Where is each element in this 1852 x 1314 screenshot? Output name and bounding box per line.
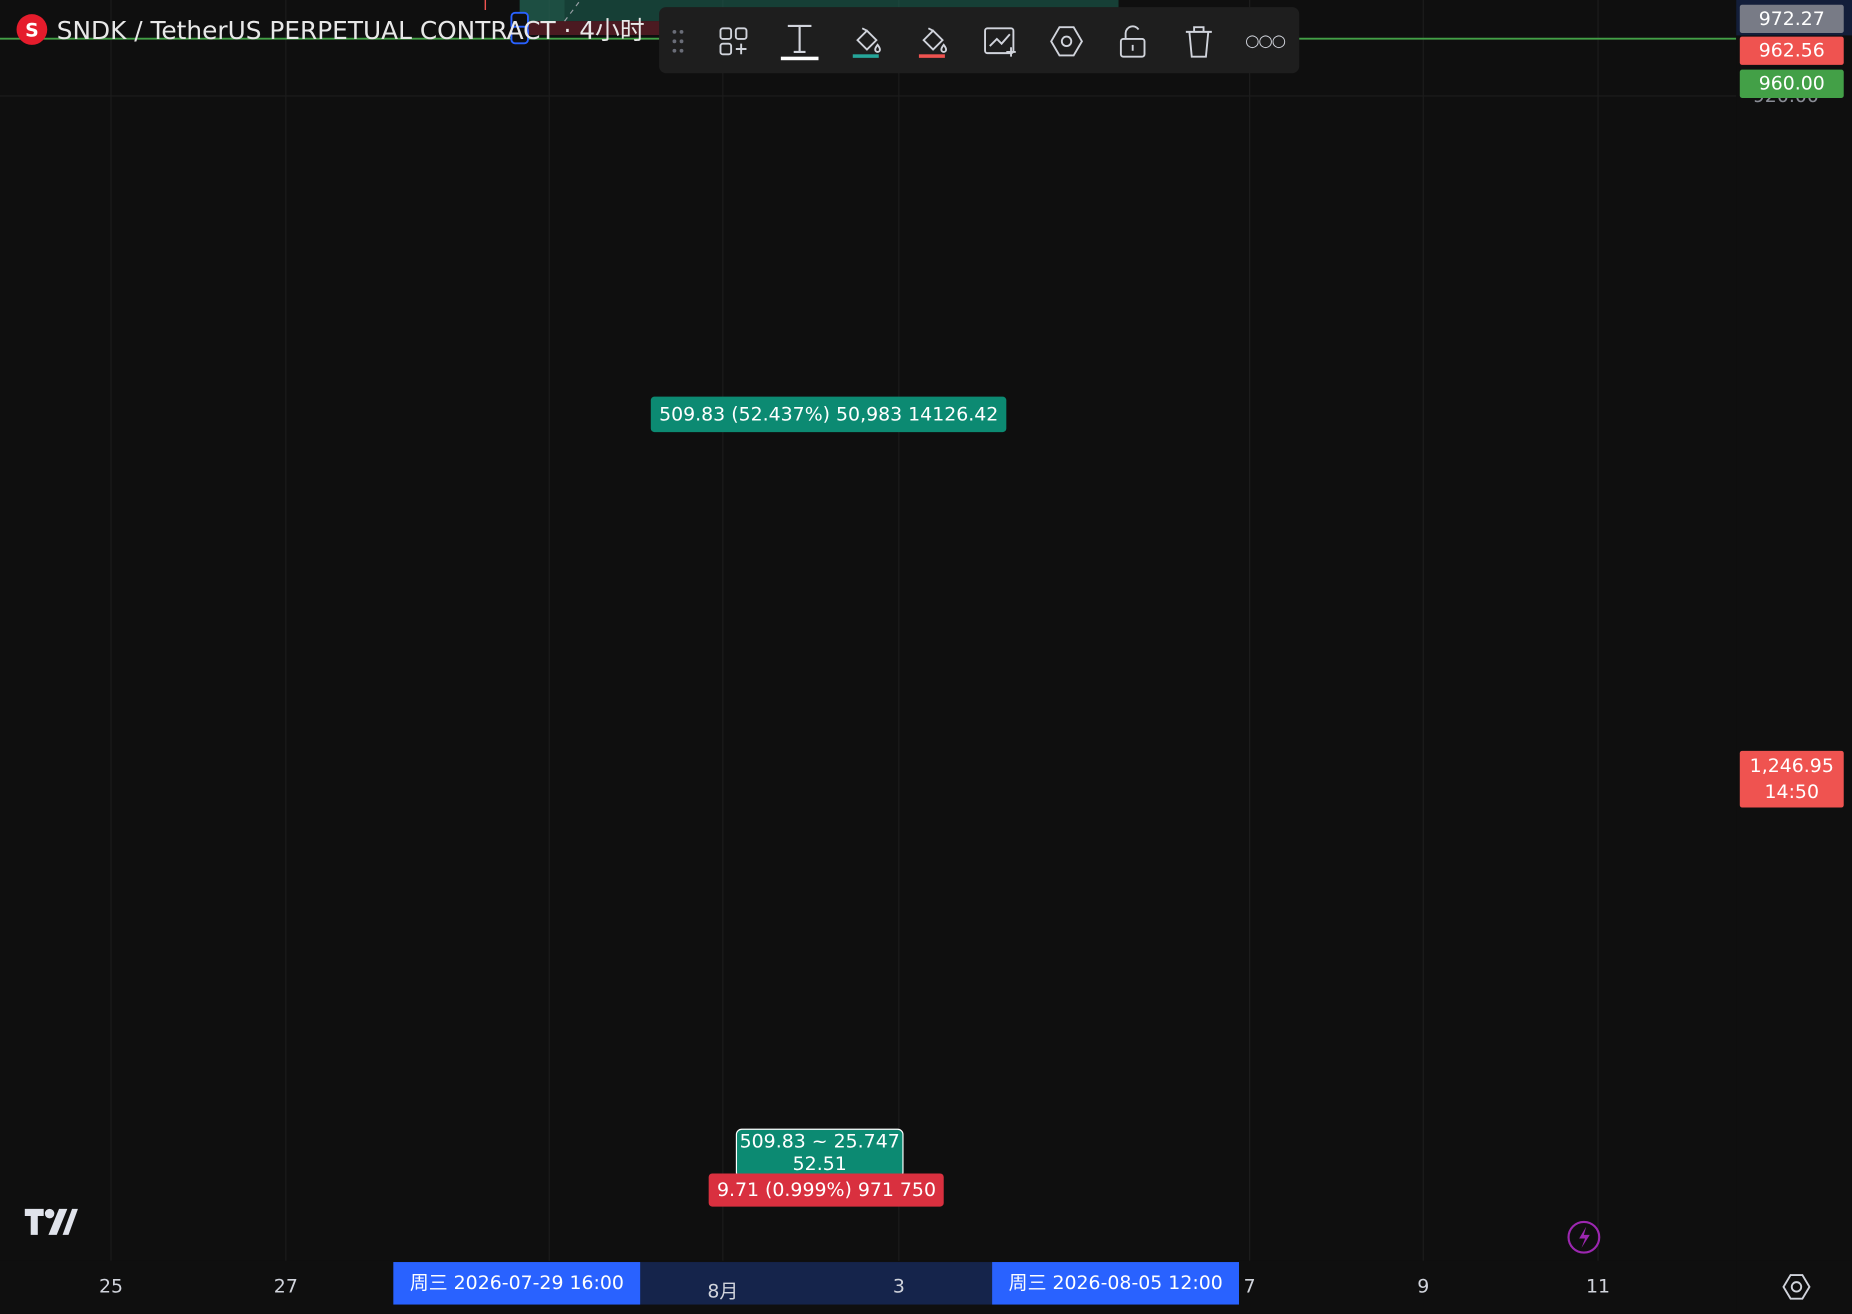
- symbol-title: SNDK / TetherUS PERPETUAL CONTRACT · 4小时: [56, 16, 645, 45]
- price-badge: 962.56: [1739, 36, 1844, 65]
- symbol-logo-icon: S: [16, 14, 48, 45]
- current-price-badge: 1,246.95 14:50: [1739, 750, 1844, 808]
- chart-app: 中期阻力中期阻力短期阻力短期阻力短期阻力目标3短期支撑短期支撑目标2短期支撑目标…: [0, 0, 1852, 1314]
- drawing-toolbar: ○○○: [659, 7, 1300, 74]
- price-chart[interactable]: [0, 0, 1737, 1261]
- time-tick: 8月: [707, 1279, 739, 1303]
- time-tick: 7: [1243, 1275, 1256, 1298]
- price-scale[interactable]: 1,760.001,720.001,680.001,640.001,600.00…: [1736, 0, 1852, 1261]
- drag-handle-icon[interactable]: [664, 21, 692, 61]
- candle: [484, 0, 487, 11]
- grid: [0, 0, 1737, 1261]
- lightning-icon[interactable]: [1566, 1220, 1601, 1255]
- bar-countdown: 14:50: [1764, 780, 1819, 803]
- tradingview-logo-icon[interactable]: [24, 1207, 78, 1242]
- stop-info-label: 9.71 (0.999%) 971 750: [708, 1173, 945, 1207]
- time-tick: 25: [99, 1275, 124, 1298]
- time-badge-start: 周三 2026-07-29 16:00: [393, 1262, 641, 1305]
- object-tree-icon[interactable]: [713, 21, 753, 61]
- trash-icon[interactable]: [1179, 21, 1219, 61]
- text-tool-icon[interactable]: [780, 21, 820, 61]
- current-price-value: 1,246.95: [1749, 754, 1834, 777]
- price-badge: 972.27: [1739, 4, 1844, 33]
- position-info-line-2: 52.51: [792, 1152, 847, 1175]
- position-info-line-1: 509.83 ~ 25.747: [739, 1129, 900, 1153]
- lock-icon[interactable]: [1113, 21, 1153, 61]
- time-tick: 9: [1417, 1275, 1430, 1298]
- chart-settings-icon[interactable]: [980, 21, 1020, 61]
- time-scale[interactable]: 25 27 8月 3 7 9 11 周三 2026-07-29 16:00 周三 2026-08…: [0, 1260, 1737, 1314]
- line-color-icon[interactable]: [912, 21, 952, 61]
- chart-title[interactable]: S SNDK / TetherUS PERPETUAL CONTRACT · 4…: [16, 12, 645, 47]
- settings-gear-icon[interactable]: [1780, 1270, 1813, 1303]
- fill-color-icon[interactable]: [846, 21, 886, 61]
- more-icon[interactable]: ○○○: [1245, 21, 1286, 61]
- time-tick: 27: [273, 1275, 298, 1298]
- price-badge: 960.00: [1739, 69, 1844, 98]
- visibility-icon[interactable]: [1046, 21, 1086, 61]
- time-tick: 11: [1586, 1275, 1611, 1298]
- target-info-label: 509.83 (52.437%) 50,983 14126.42: [650, 396, 1007, 433]
- time-tick: 3: [892, 1275, 905, 1298]
- position-info-label: 509.83 ~ 25.747 52.51: [735, 1128, 904, 1179]
- time-badge-end: 周三 2026-08-05 12:00: [992, 1262, 1240, 1305]
